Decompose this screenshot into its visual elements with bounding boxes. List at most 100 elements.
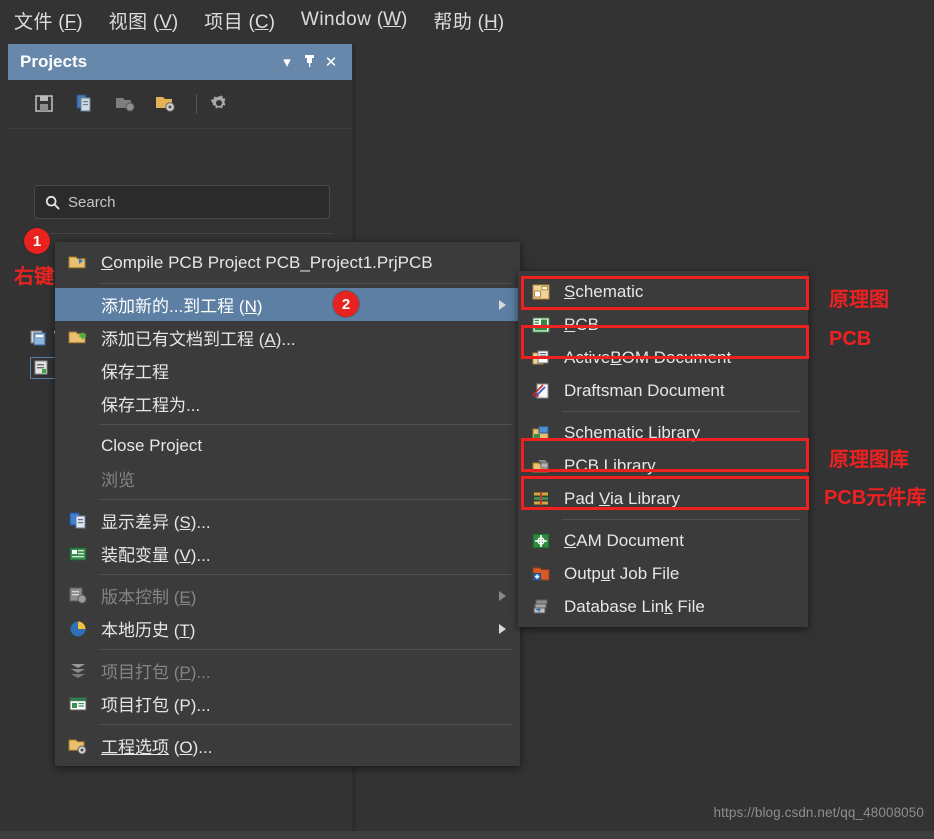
submenu-arrow-icon — [499, 623, 506, 634]
menu-item-version-control-label: 版本控制 (E) — [101, 588, 197, 607]
submenu-item-cam-document-label: CAM Document — [564, 530, 684, 550]
submenu-item-pcb-library[interactable]: PCB Library — [518, 449, 808, 482]
submenu-item-database-link-file[interactable]: Database Link File — [518, 590, 808, 623]
blank-icon — [67, 393, 89, 415]
submenu-item-activebom-document[interactable]: ActiveBOM Document — [518, 341, 808, 374]
menu-item-close-project[interactable]: Close Project — [55, 429, 520, 462]
database-link-icon — [530, 596, 552, 618]
compile-icon-svg — [68, 256, 86, 268]
open-project-icon[interactable] — [114, 93, 140, 115]
menu-item-save-project-as[interactable]: 保存工程为... — [55, 387, 520, 420]
menu-separator-5 — [99, 649, 512, 650]
search-placeholder: Search — [68, 193, 116, 211]
schematic-icon — [530, 281, 552, 303]
menu-item-compile-pcb-project[interactable]: Compile PCB Project PCB_Project1.PrjPCB — [55, 246, 520, 279]
workspace-icon — [30, 330, 46, 346]
project-packager-icon — [67, 660, 89, 682]
menu-item-browse: 浏览 — [55, 462, 520, 495]
blank-icon — [67, 468, 89, 490]
project-releaser-icon-svg — [69, 697, 87, 710]
schematic-icon-svg — [532, 284, 550, 299]
cam-icon-svg — [532, 533, 550, 548]
search-input[interactable]: Search — [34, 185, 330, 219]
version-control-icon — [67, 585, 89, 607]
pin-icon[interactable] — [298, 54, 320, 71]
menu-item-add-existing-to-project-label: 添加已有文档到工程 (A)... — [101, 330, 296, 349]
menubar-item-project-accel: C — [254, 11, 269, 33]
menubar-item-file[interactable]: 文件 (F) — [14, 7, 83, 34]
menu-item-project-releaser[interactable]: 项目打包 (P)... — [55, 687, 520, 720]
chevron-down-icon[interactable]: ▾ — [276, 53, 298, 71]
save-icon-svg — [35, 95, 53, 112]
menu-item-show-differences[interactable]: 显示差异 (S)... — [55, 504, 520, 537]
menubar-item-view-label: 视图 — [108, 11, 148, 33]
add-new-submenu: Schematic PCB ActiveBOM Document Draftsm… — [518, 271, 808, 627]
menu-item-local-history-label: 本地历史 (T) — [101, 621, 196, 640]
menubar-item-view[interactable]: 视图 (V) — [109, 7, 179, 34]
watermark: https://blog.csdn.net/qq_48008050 — [713, 805, 924, 820]
submenu-item-database-link-file-label: Database Link File — [564, 596, 705, 616]
submenu-item-output-job-file-label: Output Job File — [564, 563, 680, 583]
activebom-icon-svg — [532, 350, 549, 364]
close-icon[interactable]: ✕ — [320, 53, 342, 71]
submenu-item-cam-document[interactable]: CAM Document — [518, 524, 808, 557]
compile-icon — [67, 252, 89, 274]
folder-options-icon[interactable] — [154, 93, 180, 115]
add-existing-icon-svg — [68, 331, 86, 343]
submenu-arrow-icon — [499, 299, 506, 310]
project-releaser-icon — [67, 693, 89, 715]
submenu-item-pcb-label: PCB — [564, 314, 599, 334]
pcb-project-icon — [34, 360, 48, 375]
open-project-icon-svg — [116, 98, 135, 112]
submenu-item-activebom-document-label: ActiveBOM Document — [564, 347, 732, 367]
blank-icon — [67, 294, 89, 316]
schematic-library-icon — [530, 422, 552, 444]
assembly-variants-icon — [67, 543, 89, 565]
menubar-item-window[interactable]: Window (W) — [301, 9, 407, 31]
submenu-arrow-icon — [499, 590, 506, 601]
save-icon[interactable] — [34, 93, 60, 115]
project-packager-icon-svg — [71, 664, 85, 678]
menu-item-local-history[interactable]: 本地历史 (T) — [55, 612, 520, 645]
menu-item-browse-label: 浏览 — [101, 471, 135, 490]
menu-item-compile-pcb-project-label: Compile PCB Project PCB_Project1.PrjPCB — [101, 252, 433, 272]
menu-item-add-existing-to-project[interactable]: 添加已有文档到工程 (A)... — [55, 321, 520, 354]
project-options-icon — [67, 735, 89, 757]
copy-documents-icon[interactable] — [74, 93, 100, 115]
menubar-item-help-label: 帮助 — [433, 11, 473, 33]
menu-separator-1 — [99, 283, 512, 284]
menu-item-show-differences-label: 显示差异 (S)... — [101, 513, 211, 532]
submenu-item-pad-via-library[interactable]: Pad Via Library — [518, 482, 808, 515]
toolbar-separator — [196, 94, 197, 114]
annotation-pcb: PCB — [829, 328, 872, 350]
submenu-item-schematic-label: Schematic — [564, 281, 644, 301]
menu-item-save-project-as-label: 保存工程为... — [101, 396, 201, 415]
menubar-item-project-label: 项目 — [204, 11, 244, 33]
project-options-icon-svg — [68, 739, 87, 754]
menu-item-assembly-variants[interactable]: 装配变量 (V)... — [55, 537, 520, 570]
status-bar — [0, 831, 934, 839]
schematic-library-icon-svg — [532, 425, 549, 439]
menu-item-assembly-variants-label: 装配变量 (V)... — [101, 546, 211, 565]
panel-title: Projects — [20, 52, 88, 71]
menu-item-save-project[interactable]: 保存工程 — [55, 354, 520, 387]
menu-item-project-options[interactable]: 工程选项 (O)... — [55, 729, 520, 762]
pcb-icon — [530, 314, 552, 336]
gear-icon[interactable] — [209, 93, 235, 115]
menu-item-save-project-label: 保存工程 — [101, 363, 169, 382]
menu-item-add-new-to-project[interactable]: 添加新的...到工程 (N) — [55, 288, 520, 321]
menubar-item-help[interactable]: 帮助 (H) — [433, 7, 504, 34]
activebom-icon — [530, 347, 552, 369]
altium-designer-window: 文件 (F) 视图 (V) 项目 (C) Window (W) 帮助 (H) P… — [0, 0, 934, 839]
projects-panel-toolbar — [8, 80, 352, 128]
submenu-item-pcb[interactable]: PCB — [518, 308, 808, 341]
submenu-item-schematic[interactable]: Schematic — [518, 275, 808, 308]
submenu-separator-a — [562, 411, 800, 412]
menubar-item-project[interactable]: 项目 (C) — [204, 7, 275, 34]
menubar-item-window-accel: W — [383, 9, 402, 30]
show-differences-icon — [67, 510, 89, 532]
submenu-item-schematic-library[interactable]: Schematic Library — [518, 416, 808, 449]
search-icon — [45, 195, 60, 210]
submenu-item-draftsman-document[interactable]: Draftsman Document — [518, 374, 808, 407]
submenu-item-output-job-file[interactable]: Output Job File — [518, 557, 808, 590]
